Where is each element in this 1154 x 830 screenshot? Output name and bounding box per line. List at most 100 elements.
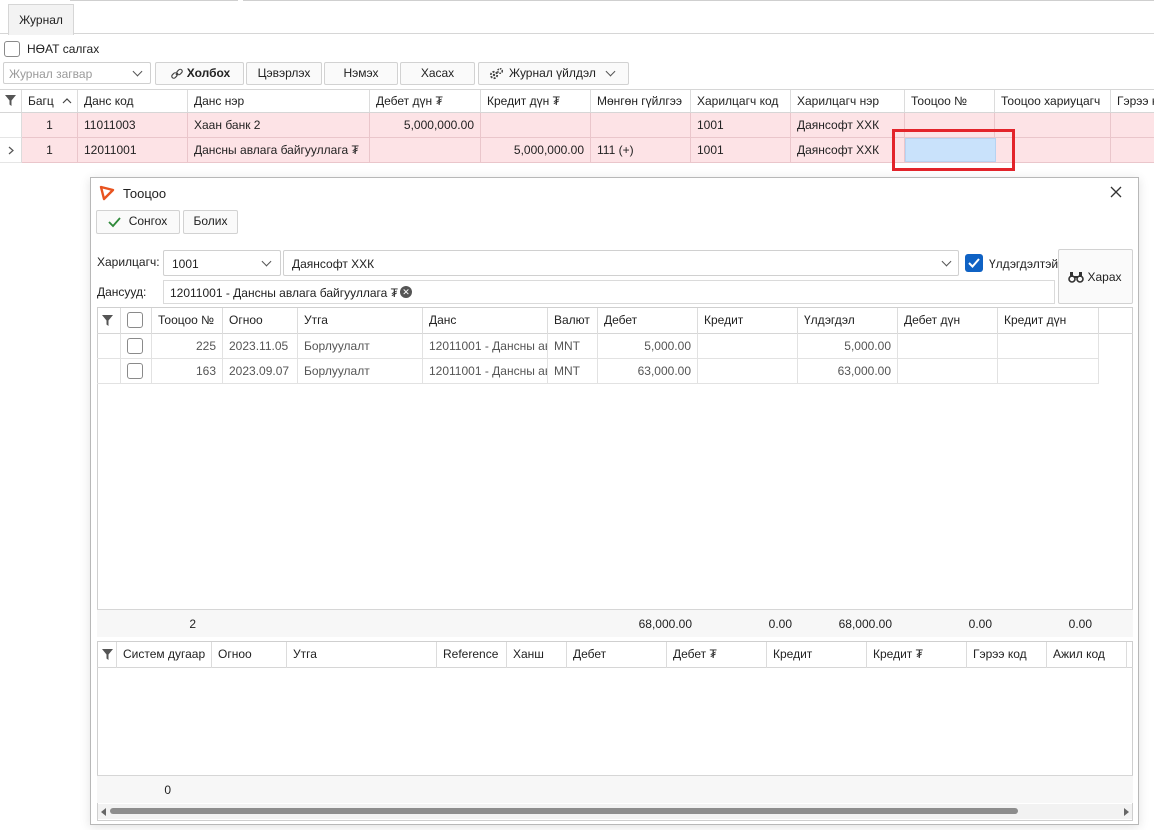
filter-icon[interactable]	[0, 90, 22, 112]
cell-account-name[interactable]: Хаан банк 2	[188, 113, 370, 138]
cell-description[interactable]: Борлуулалт	[298, 334, 423, 359]
cell-account-code[interactable]: 12011001	[78, 138, 188, 163]
cell-description[interactable]: Борлуулалт	[298, 359, 423, 384]
select-button[interactable]: Сонгох	[96, 210, 180, 234]
remove-button[interactable]: Хасах	[400, 62, 475, 85]
cell-batch[interactable]: 1	[22, 138, 78, 163]
cell-contract[interactable]	[1111, 113, 1154, 138]
clean-button[interactable]: Цэвэрлэх	[246, 62, 322, 85]
cell-date[interactable]: 2023.09.07	[223, 359, 298, 384]
cancel-button[interactable]: Болих	[183, 210, 238, 234]
column-header[interactable]: Утга	[298, 308, 423, 334]
partner-name-select[interactable]: Даянсофт ХХК	[283, 250, 959, 276]
scroll-left-icon[interactable]	[101, 808, 106, 816]
journal-template-select[interactable]: Журнал загвар	[3, 62, 151, 84]
column-header[interactable]: Мөнгөн гүйлгээ	[591, 90, 691, 112]
row-indicator[interactable]	[0, 113, 22, 138]
column-header[interactable]: Данс код	[78, 90, 188, 112]
scrollbar-thumb[interactable]	[110, 808, 1018, 814]
cell-account-code[interactable]: 11011003	[78, 113, 188, 138]
row-indicator[interactable]	[97, 334, 121, 359]
cell-cash-flow[interactable]	[591, 113, 691, 138]
column-header[interactable]: Гэрээ к	[1111, 90, 1154, 112]
column-header[interactable]: Ажил код	[1047, 642, 1127, 668]
cell-debit[interactable]: 63,000.00	[598, 359, 698, 384]
cell-partner-name[interactable]: Даянсофт ХХК	[791, 138, 905, 163]
column-header[interactable]: Дебет	[598, 308, 698, 334]
scroll-right-icon[interactable]	[1124, 808, 1129, 816]
column-header[interactable]: Данс	[423, 308, 548, 334]
cell-account[interactable]: 12011001 - Дансны авлага байгууллага ₮	[423, 334, 548, 359]
column-header[interactable]: Кредит дүн ₮	[481, 90, 591, 112]
column-header[interactable]: Кредит ₮	[867, 642, 967, 668]
cell-contract[interactable]	[1111, 138, 1154, 163]
cell-cash-flow[interactable]: 111 (+)	[591, 138, 691, 163]
cell-debit-amount[interactable]	[898, 359, 998, 384]
cell-debit[interactable]	[370, 138, 481, 163]
close-icon[interactable]	[1108, 184, 1124, 200]
cell-account-name[interactable]: Дансны авлага байгууллага ₮	[188, 138, 370, 163]
cell-currency[interactable]: MNT	[548, 359, 598, 384]
cell-debit-amount[interactable]	[898, 334, 998, 359]
cell-account[interactable]: 12011001 - Дансны авлага байгууллага ₮	[423, 359, 548, 384]
column-header[interactable]: Багц	[22, 90, 78, 112]
cell-partner-name[interactable]: Даянсофт ХХК	[791, 113, 905, 138]
cell-credit-amount[interactable]	[998, 359, 1099, 384]
partner-code-select[interactable]: 1001	[163, 250, 281, 276]
link-button[interactable]: Холбох	[155, 62, 244, 85]
clear-icon[interactable]: ✕	[400, 286, 412, 298]
column-header[interactable]: Тооцоо №	[152, 308, 223, 334]
cell-currency[interactable]: MNT	[548, 334, 598, 359]
accounts-tag-input[interactable]: 12011001 - Дансны авлага байгууллага ₮ ✕	[163, 280, 1055, 304]
column-header[interactable]: Валют	[548, 308, 598, 334]
cell-debit[interactable]: 5,000.00	[598, 334, 698, 359]
column-header[interactable]: Данс нэр	[188, 90, 370, 112]
cell-settlement-no[interactable]: 225	[152, 334, 223, 359]
cell-credit[interactable]	[698, 359, 798, 384]
cell-partner-code[interactable]: 1001	[691, 138, 791, 163]
cell-credit-amount[interactable]	[998, 334, 1099, 359]
column-header[interactable]: Reference	[437, 642, 507, 668]
column-header[interactable]: Кредит дүн	[998, 308, 1099, 334]
row-indicator[interactable]	[97, 359, 121, 384]
view-button[interactable]: Харах	[1058, 249, 1133, 304]
cell-batch[interactable]: 1	[22, 113, 78, 138]
cell-balance[interactable]: 63,000.00	[798, 359, 898, 384]
column-header[interactable]: Систем дугаар	[117, 642, 212, 668]
column-header[interactable]: Утга	[287, 642, 437, 668]
column-header[interactable]: Дебет	[567, 642, 667, 668]
cell-credit[interactable]	[698, 334, 798, 359]
column-header[interactable]: Огноо	[212, 642, 287, 668]
column-header[interactable]: Дебет дүн ₮	[370, 90, 481, 112]
cell-date[interactable]: 2023.11.05	[223, 334, 298, 359]
cell-debit[interactable]: 5,000,000.00	[370, 113, 481, 138]
column-header[interactable]: Огноо	[223, 308, 298, 334]
column-header[interactable]: Кредит	[767, 642, 867, 668]
table-row[interactable]: 225 2023.11.05 Борлуулалт 12011001 - Дан…	[97, 334, 1133, 359]
cell-partner-code[interactable]: 1001	[691, 113, 791, 138]
column-header[interactable]: Дебет дүн	[898, 308, 998, 334]
cell-credit[interactable]	[481, 113, 591, 138]
table-row[interactable]: 163 2023.09.07 Борлуулалт 12011001 - Дан…	[97, 359, 1133, 384]
row-checkbox[interactable]	[121, 359, 152, 384]
tab-journal[interactable]: Журнал	[8, 4, 74, 35]
cell-settlement-no[interactable]: 163	[152, 359, 223, 384]
vat-split-checkbox[interactable]	[4, 41, 20, 57]
row-checkbox[interactable]	[121, 334, 152, 359]
column-header[interactable]: Харилцагч код	[691, 90, 791, 112]
column-header[interactable]: Кредит	[698, 308, 798, 334]
column-header[interactable]: Тооцоо №	[905, 90, 995, 112]
journal-actions-dropdown[interactable]: Журнал үйлдэл	[478, 62, 629, 85]
filter-icon[interactable]	[97, 642, 117, 668]
balance-checkbox[interactable]	[965, 254, 983, 272]
column-header[interactable]: Дебет ₮	[667, 642, 767, 668]
column-header[interactable]: Харилцагч нэр	[791, 90, 905, 112]
column-header[interactable]: Үлдэгдэл	[798, 308, 898, 334]
column-header[interactable]: Гэрээ код	[967, 642, 1047, 668]
column-header[interactable]: Тооцоо хариуцагч	[995, 90, 1111, 112]
cell-credit[interactable]: 5,000,000.00	[481, 138, 591, 163]
select-all-checkbox[interactable]	[121, 308, 152, 334]
filter-icon[interactable]	[97, 308, 121, 334]
cell-balance[interactable]: 5,000.00	[798, 334, 898, 359]
column-header[interactable]: Ханш	[507, 642, 567, 668]
